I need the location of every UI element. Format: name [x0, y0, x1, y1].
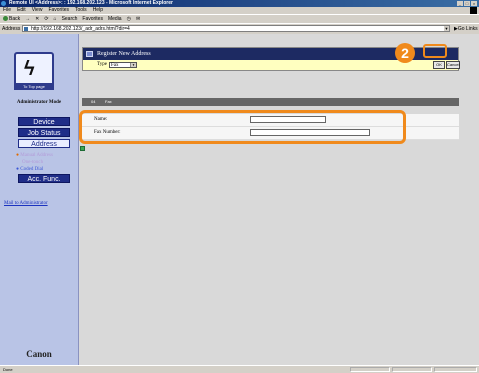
ie-icon [1, 1, 6, 6]
type-select[interactable]: Fax ▼ [109, 62, 137, 68]
sidebar: ϟ To Top page Administrator Mode Device … [0, 34, 79, 365]
top-page-caption: To Top page [14, 83, 54, 90]
go-label: Go [457, 26, 465, 32]
status-segment [392, 367, 432, 372]
address-url: http://192.168.202.123/_adr_adrs.html?di… [31, 26, 130, 32]
subtab-name: Fax [105, 99, 112, 104]
back-label: Back [9, 16, 21, 22]
nav-device-button[interactable]: Device [18, 117, 70, 126]
search-button[interactable]: Search [62, 16, 78, 22]
browser-toolbar: Back → ✕ ⟳ ⌂ Search Favorites Media ◷ ✉ [0, 14, 479, 23]
forward-icon[interactable]: → [25, 16, 30, 22]
links-label[interactable]: Links [466, 26, 478, 32]
type-value: Fax [111, 63, 119, 68]
ie-throbber-icon [470, 7, 477, 14]
callout-ok-highlight [423, 44, 447, 58]
subtab-code: 04 [91, 99, 96, 104]
address-input[interactable]: http://192.168.202.123/_adr_adrs.html?di… [22, 25, 450, 32]
callout-badge: 2 [395, 43, 415, 63]
refresh-icon[interactable]: ⟳ [44, 16, 48, 22]
sidebar-item-one-touch[interactable]: One-touch [22, 160, 43, 165]
back-to-top-icon[interactable] [80, 146, 85, 151]
menu-help[interactable]: Help [93, 7, 103, 14]
page-icon [24, 27, 28, 31]
ok-button[interactable]: OK [433, 61, 445, 69]
cancel-button[interactable]: Cancel [446, 61, 460, 69]
address-dropdown-icon[interactable]: ▼ [444, 26, 449, 31]
sidebar-item-manual-address[interactable]: ● Manual Address [16, 153, 53, 158]
back-button[interactable]: Back [3, 16, 20, 22]
sidebar-item-label: Coded Dial [20, 167, 44, 172]
nav-job-status-button[interactable]: Job Status [18, 128, 70, 137]
stop-icon[interactable]: ✕ [35, 16, 39, 22]
go-button[interactable]: ▶Go Links [454, 26, 478, 32]
nav-address-button[interactable]: Address [18, 139, 70, 148]
address-bar: Address http://192.168.202.123/_adr_adrs… [0, 23, 479, 33]
minimize-icon[interactable]: _ [457, 1, 463, 6]
media-button[interactable]: Media [108, 16, 122, 22]
back-arrow-icon [3, 16, 8, 22]
mail-admin-link[interactable]: Mail to Administrator [4, 201, 48, 206]
nav-acc-func-button[interactable]: Acc. Func. [18, 174, 70, 183]
sidebar-item-coded-dial[interactable]: ● Coded Dial [16, 167, 43, 172]
subtab-bar: 04 Fax [82, 98, 459, 106]
menu-file[interactable]: File [3, 7, 11, 14]
sidebar-item-label: Manual Address [20, 153, 53, 158]
menu-tools[interactable]: Tools [75, 7, 87, 14]
window-title: Remote UI <Address>: : 192.168.202.123 -… [9, 0, 173, 6]
close-icon[interactable]: × [471, 1, 477, 6]
menu-edit[interactable]: Edit [17, 7, 26, 14]
menu-favorites[interactable]: Favorites [48, 7, 69, 14]
mail-icon[interactable]: ✉ [136, 16, 140, 22]
canon-logo: Canon [26, 349, 52, 359]
callout-form-highlight [79, 110, 406, 144]
menu-bar: File Edit View Favorites Tools Help [0, 7, 479, 14]
status-zone [434, 367, 477, 372]
page-title: Register New Address [97, 51, 151, 57]
home-icon[interactable]: ⌂ [54, 16, 57, 22]
status-segment [350, 367, 390, 372]
chevron-down-icon: ▼ [130, 63, 136, 67]
type-label: Type [97, 62, 107, 67]
address-book-icon [86, 51, 93, 57]
history-icon[interactable]: ◷ [127, 16, 131, 22]
maximize-icon[interactable]: □ [464, 1, 470, 6]
menu-view[interactable]: View [32, 7, 43, 14]
main-content: Register New Address Type Fax ▼ OK Cance… [79, 34, 479, 365]
favorites-button[interactable]: Favorites [82, 16, 103, 22]
top-page-logo[interactable]: ϟ To Top page [14, 52, 54, 90]
window-controls: _ □ × [457, 1, 477, 6]
admin-mode-title: Administrator Mode [16, 100, 62, 105]
address-label: Address [2, 26, 21, 32]
window-titlebar: Remote UI <Address>: : 192.168.202.123 -… [0, 0, 479, 7]
remote-ui-logo-icon: ϟ [24, 58, 35, 80]
